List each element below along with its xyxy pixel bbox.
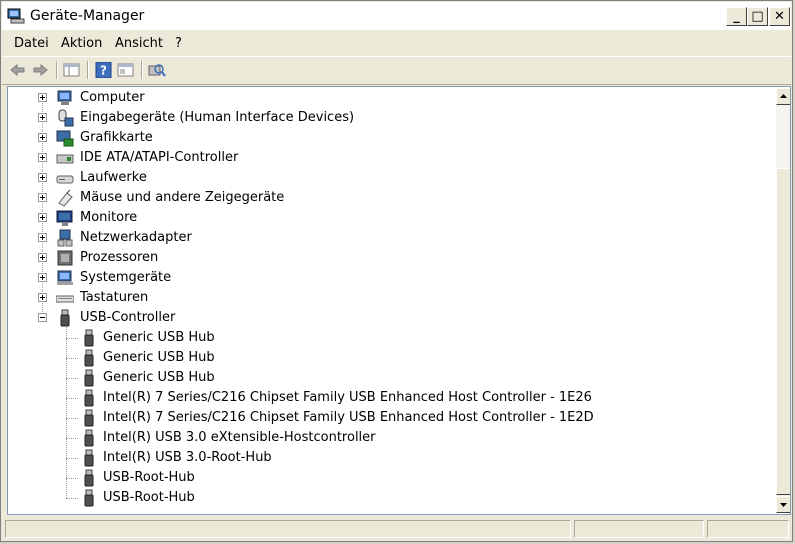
device-category-label[interactable]: USB-Controller <box>80 310 175 325</box>
usb-device-label[interactable]: Generic USB Hub <box>103 350 215 365</box>
device-category-label[interactable]: Computer <box>80 90 145 105</box>
scroll-up-button[interactable] <box>776 88 790 105</box>
device-category-label[interactable]: Eingabegeräte (Human Interface Devices) <box>80 110 354 125</box>
status-panel-3 <box>707 520 789 538</box>
usb-device-label[interactable]: Intel(R) USB 3.0 eXtensible-Hostcontroll… <box>103 430 376 445</box>
expand-toggle[interactable] <box>38 233 47 242</box>
usb-device-label[interactable]: Intel(R) USB 3.0-Root-Hub <box>103 450 272 465</box>
tree-connector-line <box>66 498 78 500</box>
network-adapter-icon <box>57 229 73 247</box>
usb-device-label[interactable]: Intel(R) 7 Series/C216 Chipset Family US… <box>103 410 594 425</box>
tree-connector-line <box>66 458 78 460</box>
monitor-icon <box>56 210 73 226</box>
keyboard-icon <box>56 295 74 303</box>
ide-controller-icon <box>56 154 74 164</box>
help-icon[interactable]: ? <box>95 62 113 78</box>
menu-datei[interactable]: Datei <box>14 36 49 51</box>
device-category-label[interactable]: Mäuse und andere Zeigegeräte <box>80 190 284 205</box>
mouse-icon <box>58 189 73 207</box>
svg-text:?: ? <box>100 64 107 78</box>
status-panel-main <box>5 520 571 538</box>
forward-arrow-icon[interactable] <box>31 62 49 78</box>
collapse-toggle[interactable] <box>38 313 47 322</box>
device-category-label[interactable]: Tastaturen <box>80 290 148 305</box>
tree-connector-line <box>66 438 78 440</box>
menu-help[interactable]: ? <box>175 36 182 51</box>
hid-icon <box>58 109 74 127</box>
menu-bar: Datei Aktion Ansicht ? <box>2 31 791 55</box>
device-manager-app-icon <box>7 8 25 24</box>
device-category-label[interactable]: IDE ATA/ATAPI-Controller <box>80 150 238 165</box>
arrow-down-icon <box>780 503 787 507</box>
minimize-button[interactable]: _ <box>726 7 747 26</box>
show-hide-console-tree-icon[interactable] <box>63 62 81 78</box>
usb-icon <box>84 409 94 427</box>
back-arrow-icon[interactable] <box>9 62 27 78</box>
processor-icon <box>57 250 73 266</box>
display-adapter-icon <box>56 130 74 147</box>
disk-drive-icon <box>56 175 74 184</box>
maximize-button[interactable]: □ <box>747 7 768 26</box>
menu-ansicht[interactable]: Ansicht <box>115 36 163 51</box>
usb-device-label[interactable]: Intel(R) 7 Series/C216 Chipset Family US… <box>103 390 592 405</box>
vertical-scrollbar[interactable] <box>776 88 790 513</box>
window-title: Geräte-Manager <box>30 8 145 24</box>
scroll-down-button[interactable] <box>776 496 790 513</box>
tree-connector-line <box>66 338 78 340</box>
expand-toggle[interactable] <box>38 253 47 262</box>
toolbar-separator <box>56 61 58 79</box>
usb-icon <box>84 469 94 487</box>
expand-toggle[interactable] <box>38 113 47 122</box>
close-button[interactable]: ✕ <box>769 7 790 26</box>
usb-icon <box>84 389 94 407</box>
device-category-label[interactable]: Monitore <box>80 210 137 225</box>
menu-aktion[interactable]: Aktion <box>61 36 102 51</box>
expand-toggle[interactable] <box>38 213 47 222</box>
device-category-label[interactable]: Systemgeräte <box>80 270 171 285</box>
tree-connector-line <box>66 418 78 420</box>
device-category-label[interactable]: Netzwerkadapter <box>80 230 192 245</box>
usb-device-label[interactable]: USB-Root-Hub <box>103 470 195 485</box>
expand-toggle[interactable] <box>38 153 47 162</box>
properties-icon[interactable] <box>117 62 135 78</box>
system-devices-icon <box>57 270 73 285</box>
usb-device-label[interactable]: Generic USB Hub <box>103 330 215 345</box>
expand-toggle[interactable] <box>38 293 47 302</box>
usb-icon <box>84 449 94 467</box>
usb-icon <box>60 309 70 327</box>
device-category-label[interactable]: Prozessoren <box>80 250 158 265</box>
tree-connector-line <box>66 378 78 380</box>
tree-connector-line <box>66 326 68 498</box>
tree-connector-line <box>42 98 44 318</box>
usb-device-label[interactable]: USB-Root-Hub <box>103 490 195 505</box>
toolbar-separator <box>141 61 143 79</box>
scroll-thumb[interactable] <box>776 168 790 495</box>
tree-connector-line <box>66 398 78 400</box>
device-manager-window: Geräte-Manager _ □ ✕ Datei Aktion Ansich… <box>0 0 793 542</box>
title-bar[interactable]: Geräte-Manager _ □ ✕ <box>2 2 791 30</box>
device-category-label[interactable]: Laufwerke <box>80 170 147 185</box>
expand-toggle[interactable] <box>38 193 47 202</box>
status-panel-2 <box>574 520 704 538</box>
usb-icon <box>84 329 94 347</box>
expand-toggle[interactable] <box>38 273 47 282</box>
usb-device-label[interactable]: Generic USB Hub <box>103 370 215 385</box>
usb-icon <box>84 349 94 367</box>
tree-connector-line <box>66 358 78 360</box>
expand-toggle[interactable] <box>38 93 47 102</box>
toolbar-separator <box>87 61 89 79</box>
usb-icon <box>84 429 94 447</box>
device-tree[interactable]: Computer Eingabegeräte (Human Interface D… <box>7 86 791 515</box>
status-bar <box>2 517 791 541</box>
computer-icon <box>57 90 72 105</box>
usb-icon <box>84 369 94 387</box>
scan-hardware-icon[interactable] <box>148 62 166 78</box>
tree-connector-line <box>66 478 78 480</box>
expand-toggle[interactable] <box>38 133 47 142</box>
expand-toggle[interactable] <box>38 173 47 182</box>
arrow-up-icon <box>780 94 787 98</box>
toolbar: ? <box>2 56 791 85</box>
usb-icon <box>84 489 94 507</box>
device-category-label[interactable]: Grafikkarte <box>80 130 153 145</box>
